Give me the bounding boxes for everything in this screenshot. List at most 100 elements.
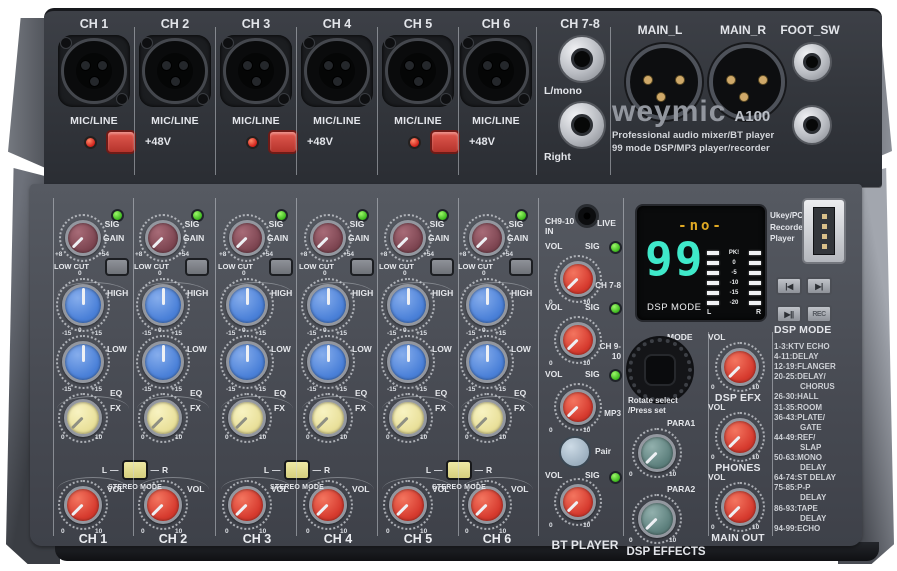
eq-label: EQ [435, 388, 447, 398]
fx-max-label: 10 [420, 434, 427, 441]
meter-scale-label: -20 [719, 300, 749, 306]
gain-max-label: +54 [423, 251, 434, 258]
knob-pointer [557, 481, 599, 523]
min-label: 0 [629, 471, 633, 478]
record-button[interactable]: REC [806, 305, 832, 323]
high-eq-knob[interactable] [136, 278, 190, 332]
low-eq-knob[interactable] [136, 335, 190, 389]
knob-cap [389, 399, 427, 437]
high-eq-knob[interactable] [220, 278, 274, 332]
aux-volume-knob[interactable] [554, 255, 602, 303]
dsp-mode-encoder[interactable] [628, 338, 692, 402]
dash: — [151, 465, 160, 475]
stereo-right-label: R [486, 465, 492, 475]
aux-volume-knob[interactable] [554, 383, 602, 431]
high-zero-label: 0 [242, 270, 246, 277]
max-label: 10 [583, 360, 590, 367]
dsp-mode-list-item: 12-19:FLANGER [774, 362, 862, 372]
knob-pointer [557, 258, 599, 300]
channel-name: CH 1 [53, 532, 133, 546]
phantom-led [246, 136, 259, 149]
knob-cap [560, 322, 596, 358]
mixer-product-photo: CH 1 MIC/LINE CH 2 MIC/LINE CH 3 [0, 0, 897, 571]
low-cut-button[interactable] [269, 258, 293, 276]
ch78-right-label: Right [544, 151, 571, 163]
phantom-led [84, 136, 97, 149]
min-label: 0 [711, 384, 715, 391]
low-eq-knob[interactable] [381, 335, 435, 389]
stereo-mode-button[interactable] [122, 460, 148, 480]
divider [134, 27, 135, 175]
knob-cap [64, 399, 102, 437]
low-eq-knob[interactable] [56, 335, 110, 389]
knob-cap [638, 434, 676, 472]
phantom-48v-button[interactable] [268, 130, 298, 154]
low-cut-button[interactable] [509, 258, 533, 276]
meter-segment-left [707, 301, 719, 305]
knob-pointer [469, 287, 505, 323]
fx-min-label: 0 [386, 434, 390, 441]
knob-cap [560, 261, 596, 297]
high-min-label: -15 [387, 330, 396, 337]
knob-cap [307, 284, 349, 326]
divider [458, 198, 459, 536]
dash: — [475, 465, 484, 475]
previous-track-button[interactable]: |◀ [776, 277, 802, 295]
high-eq-knob[interactable] [301, 278, 355, 332]
phantom-48v-button[interactable] [430, 130, 460, 154]
low-cut-button[interactable] [185, 258, 209, 276]
knob-cap [466, 284, 508, 326]
bt-volume-knob[interactable] [554, 478, 602, 526]
low-cut-button[interactable] [350, 258, 374, 276]
main-out-section: VOL 0 10 DSP EFX VOL 0 10 PHONES VOL 0 1… [706, 332, 770, 546]
para1-label: PARA1 [667, 418, 695, 428]
jack-hole [571, 114, 593, 136]
knob-cap [142, 341, 184, 383]
signal-led [609, 369, 622, 382]
knob-cap [721, 348, 759, 386]
stereo-left-label: L [426, 465, 431, 475]
phantom-48v-button[interactable] [106, 130, 136, 154]
high-zero-label: 0 [403, 270, 407, 277]
phantom-power-group: +48V [246, 127, 358, 157]
knob-cap [560, 389, 596, 425]
dash: — [313, 465, 322, 475]
max-label: 10 [669, 537, 676, 544]
output-group: VOL 0 10 DSP EFX [706, 332, 770, 404]
knob-pointer [390, 344, 426, 380]
next-track-button[interactable]: ▶| [806, 277, 832, 295]
channel-name: CH 5 [378, 532, 458, 546]
high-label: HIGH [187, 288, 208, 298]
low-zero-label: 0 [158, 327, 162, 334]
min-label: 0 [711, 524, 715, 531]
phantom-label: +48V [145, 136, 171, 148]
knob-pointer [65, 287, 101, 323]
low-eq-knob[interactable] [301, 335, 355, 389]
output-group: VOL 0 10 MAIN OUT [706, 472, 770, 544]
bluetooth-pair-button[interactable] [559, 436, 591, 468]
low-max-label: +15 [336, 386, 347, 393]
low-eq-knob[interactable] [460, 335, 514, 389]
eq-label: EQ [110, 388, 122, 398]
play-pause-button[interactable]: ▶|| [776, 305, 802, 323]
stereo-mode-row: L — — R [411, 460, 507, 480]
low-label: LOW [271, 344, 291, 354]
low-cut-label: LOW CUT [134, 262, 169, 271]
fx-min-label: 0 [61, 434, 65, 441]
dsp-mode-list-item: DELAY [774, 493, 862, 503]
low-eq-knob[interactable] [220, 335, 274, 389]
knob-pointer [145, 287, 181, 323]
knob-cap [387, 341, 429, 383]
meter-row: -15 [707, 288, 761, 298]
min-label: 0 [711, 454, 715, 461]
dsp-mode-list-heading: DSP MODE [774, 324, 862, 336]
high-eq-knob[interactable] [56, 278, 110, 332]
high-eq-knob[interactable] [381, 278, 435, 332]
knob-cap [310, 220, 346, 256]
low-cut-button[interactable] [105, 258, 129, 276]
low-cut-button[interactable] [430, 258, 454, 276]
xlr-pin [675, 75, 685, 85]
high-eq-knob[interactable] [460, 278, 514, 332]
dsp-effects-footer: DSP EFFECTS [619, 546, 713, 558]
knob-cap [307, 341, 349, 383]
